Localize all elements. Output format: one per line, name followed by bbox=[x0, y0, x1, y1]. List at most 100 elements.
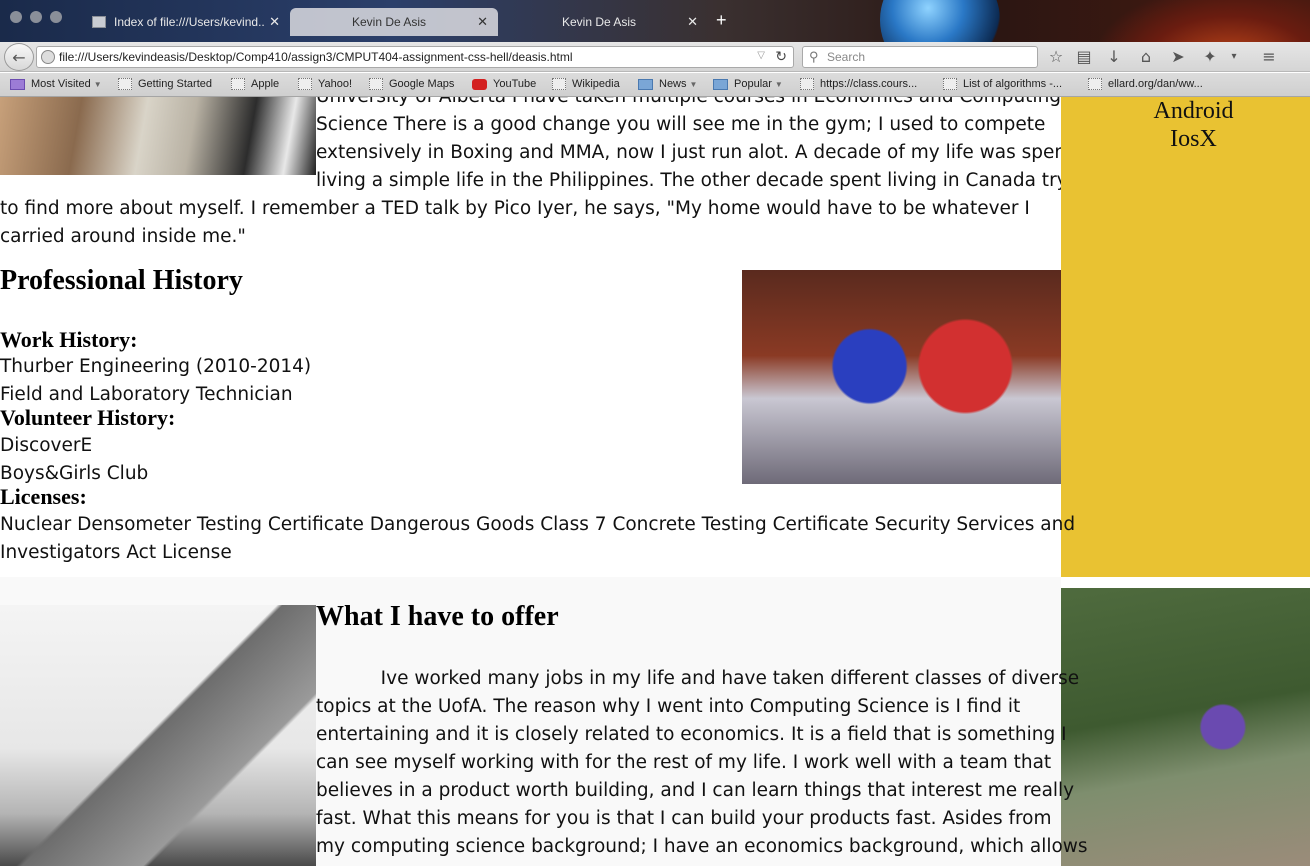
search-input[interactable]: ⚲ Search bbox=[802, 46, 1038, 68]
chevron-down-icon[interactable]: ▾ bbox=[1223, 46, 1245, 68]
bookmark-label: Apple bbox=[251, 78, 280, 90]
folder-icon bbox=[638, 78, 653, 90]
profile-photo-squirrel bbox=[0, 97, 316, 175]
work-history-heading: Work History: bbox=[0, 327, 138, 352]
offer-line: topics at the UofA. The reason why I wen… bbox=[316, 696, 1021, 717]
bookmark-label: Yahoo! bbox=[318, 78, 353, 90]
chevron-down-icon: ▼ bbox=[689, 79, 698, 89]
folder-icon bbox=[713, 78, 728, 90]
offer-paragraph: Ive worked many jobs in my life and have… bbox=[316, 665, 1088, 861]
reload-icon[interactable]: ↻ bbox=[775, 48, 787, 65]
bookmark-label: Wikipedia bbox=[572, 78, 620, 90]
chevron-down-icon: ▼ bbox=[774, 79, 783, 89]
bookmark-google-maps[interactable]: Google Maps bbox=[369, 78, 454, 90]
bookmark-list-of-algorithms[interactable]: List of algorithms -... bbox=[943, 78, 1062, 90]
window-minimize-icon[interactable] bbox=[30, 11, 42, 23]
send-icon[interactable]: ➤ bbox=[1167, 46, 1189, 68]
sidebar-panel bbox=[1061, 97, 1310, 577]
page-icon bbox=[92, 16, 106, 28]
window-zoom-icon[interactable] bbox=[50, 11, 62, 23]
about-line: living a simple life in the Philippines.… bbox=[316, 170, 1097, 191]
offer-line: entertaining and it is closely related t… bbox=[316, 724, 1067, 745]
new-tab-button[interactable]: + bbox=[716, 10, 727, 31]
tab-kevin-de-asis[interactable]: Kevin De Asis ✕ bbox=[500, 8, 708, 36]
about-line: to find more about myself. I remember a … bbox=[0, 198, 1030, 219]
bookmark-news[interactable]: News ▼ bbox=[638, 78, 697, 90]
bookmark-label: YouTube bbox=[493, 78, 537, 90]
menu-hamburger-icon[interactable]: ≡ bbox=[1258, 46, 1280, 68]
folder-icon bbox=[10, 78, 25, 90]
bookmark-label: News bbox=[659, 78, 687, 90]
tab-close-icon[interactable]: ✕ bbox=[477, 14, 488, 30]
bookmark-yahoo[interactable]: Yahoo! bbox=[298, 78, 352, 90]
theme-nebula-graphic bbox=[1100, 0, 1310, 42]
page-icon bbox=[1088, 78, 1102, 90]
boxing-photo bbox=[742, 270, 1061, 484]
bookmarks-menu-icon[interactable]: ▤ bbox=[1073, 46, 1095, 68]
offer-line: can see myself working with for the rest… bbox=[316, 752, 1052, 773]
licenses-line: Nuclear Densometer Testing Certificate D… bbox=[0, 514, 1076, 535]
bookmark-label: List of algorithms -... bbox=[963, 78, 1063, 90]
sidebar-item-android: Android bbox=[1153, 98, 1234, 124]
search-icon: ⚲ bbox=[809, 49, 819, 64]
bookmark-popular[interactable]: Popular ▼ bbox=[713, 78, 783, 90]
search-placeholder: Search bbox=[827, 50, 866, 64]
home-icon[interactable]: ⌂ bbox=[1135, 46, 1157, 68]
bookmark-label: Most Visited bbox=[31, 78, 91, 90]
bookmark-label: https://class.cours... bbox=[820, 78, 918, 90]
volunteer-history-item: DiscoverE bbox=[0, 435, 93, 456]
about-line: extensively in Boxing and MMA, now I jus… bbox=[316, 142, 1074, 163]
tab-strip: Index of file:///Users/kevind... ✕ Kevin… bbox=[0, 0, 1310, 42]
bookmark-wikipedia[interactable]: Wikipedia bbox=[552, 78, 620, 90]
about-paragraph-bottom: to find more about myself. I remember a … bbox=[0, 195, 1061, 251]
back-arrow-icon: ← bbox=[12, 47, 26, 67]
back-button[interactable]: ← bbox=[4, 43, 34, 71]
tab-close-icon[interactable]: ✕ bbox=[687, 14, 698, 30]
bookmark-label: ellard.org/dan/ww... bbox=[1108, 78, 1203, 90]
youtube-icon bbox=[472, 78, 487, 90]
about-paragraph-top: University of Alberta I have taken multi… bbox=[316, 97, 1097, 195]
bookmark-star-icon[interactable]: ☆ bbox=[1045, 46, 1067, 68]
offer-heading: What I have to offer bbox=[316, 601, 559, 632]
page-icon bbox=[231, 78, 245, 90]
page-icon bbox=[552, 78, 566, 90]
tab-index-of-file[interactable]: Index of file:///Users/kevind... ✕ bbox=[82, 8, 290, 36]
offer-line: my computing science background; I have … bbox=[316, 836, 1088, 857]
tab-close-icon[interactable]: ✕ bbox=[269, 14, 280, 30]
tab-title: Kevin De Asis bbox=[562, 15, 637, 29]
about-line: Science There is a good change you will … bbox=[316, 114, 1046, 135]
licenses-line: Investigators Act License bbox=[0, 542, 232, 563]
page-viewport: University of Alberta I have taken multi… bbox=[0, 97, 1310, 866]
volunteer-history-heading: Volunteer History: bbox=[0, 405, 176, 430]
page-icon bbox=[800, 78, 814, 90]
window-close-icon[interactable] bbox=[10, 11, 22, 23]
licenses-heading: Licenses: bbox=[0, 484, 87, 509]
sidebar-skill-list: Android IosX bbox=[1061, 97, 1310, 153]
downloads-icon[interactable]: ↓ bbox=[1103, 46, 1125, 68]
bookmark-apple[interactable]: Apple bbox=[231, 78, 279, 90]
page-icon bbox=[118, 78, 132, 90]
offer-line: fast. What this means for you is that I … bbox=[316, 808, 1052, 829]
bookmark-ellard[interactable]: ellard.org/dan/ww... bbox=[1088, 78, 1203, 90]
page-icon bbox=[298, 78, 312, 90]
navigation-toolbar: ← file:///Users/kevindeasis/Desktop/Comp… bbox=[0, 42, 1310, 72]
bookmark-youtube[interactable]: YouTube bbox=[472, 78, 536, 90]
offer-line: believes in a product worth building, an… bbox=[316, 780, 1075, 801]
bookmark-getting-started[interactable]: Getting Started bbox=[118, 78, 212, 90]
chevron-down-icon: ▼ bbox=[93, 79, 102, 89]
url-text: file:///Users/kevindeasis/Desktop/Comp41… bbox=[59, 50, 573, 64]
offer-line: Ive worked many jobs in my life and have… bbox=[316, 668, 1080, 689]
globe-icon bbox=[41, 50, 55, 64]
page-icon bbox=[369, 78, 383, 90]
extension-icon[interactable]: ✦ bbox=[1199, 46, 1221, 68]
bookmark-most-visited[interactable]: Most Visited ▼ bbox=[10, 78, 102, 90]
bookmark-label: Getting Started bbox=[138, 78, 212, 90]
louvre-photo bbox=[0, 605, 316, 866]
tab-kevin-de-asis-active[interactable]: Kevin De Asis ✕ bbox=[290, 8, 498, 36]
cliff-photo bbox=[1061, 588, 1310, 866]
theme-planet-graphic bbox=[880, 0, 1000, 42]
bookmark-class-coursera[interactable]: https://class.cours... bbox=[800, 78, 917, 90]
url-bar[interactable]: file:///Users/kevindeasis/Desktop/Comp41… bbox=[36, 46, 794, 68]
tab-title: Kevin De Asis bbox=[352, 15, 427, 29]
chevron-down-icon[interactable]: ▽ bbox=[757, 50, 765, 61]
